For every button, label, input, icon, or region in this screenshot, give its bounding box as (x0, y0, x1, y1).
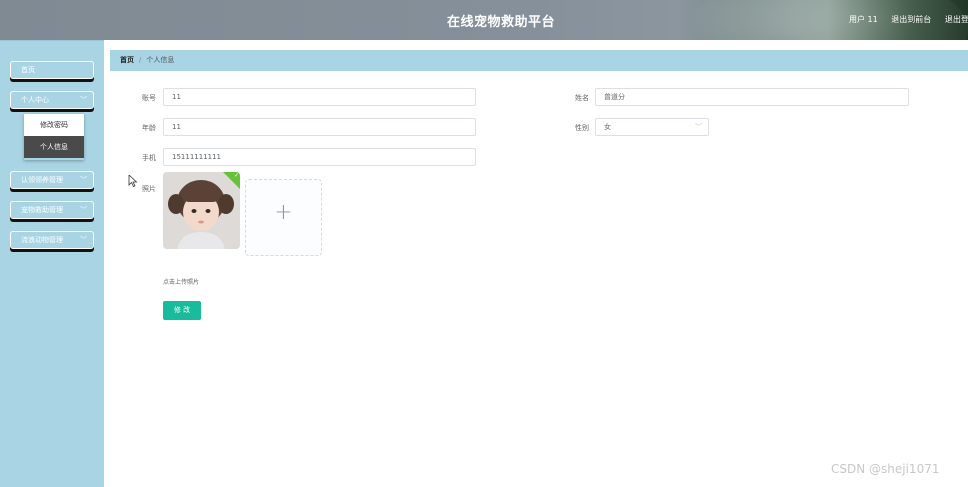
sidebar-item-label: 流浪动物管理 (21, 236, 63, 244)
chevron-down-icon: ﹀ (80, 236, 87, 244)
sidebar-item-label: 个人中心 (21, 96, 49, 104)
plus-icon: + (274, 200, 293, 225)
account-field[interactable]: 11 (163, 88, 476, 106)
upload-button[interactable]: + (245, 179, 322, 256)
breadcrumb-current: 个人信息 (146, 56, 175, 64)
header-right-links: 用户 11 退出到前台 退出登 (849, 14, 968, 25)
submit-button[interactable]: 修 改 (163, 301, 201, 320)
upload-hint: 点击上传照片 (163, 279, 200, 286)
sidebar-item-adoption[interactable]: 认领领养管理 ﹀ (10, 171, 94, 189)
personal-center-submenu: 修改密码 个人信息 (24, 114, 84, 160)
phone-field[interactable]: 15111111111 (163, 148, 476, 166)
sidebar-item-personal-center[interactable]: 个人中心 ﹀ (10, 91, 94, 109)
portrait-image (163, 172, 240, 249)
gender-select[interactable]: 女 ﹀ (595, 118, 709, 136)
chevron-down-icon: ﹀ (80, 206, 87, 214)
chevron-down-icon: ﹀ (695, 123, 702, 131)
watermark: CSDN @sheji1071 (831, 462, 940, 476)
sidebar-item-label: 宠物救助管理 (21, 206, 63, 214)
uploaded-photo[interactable]: ✓ (163, 172, 240, 249)
name-field[interactable]: 曾道分 (595, 88, 909, 106)
app-root: 在线宠物救助平台 用户 11 退出到前台 退出登 首页 个人中心 ﹀ 修改密码 … (0, 0, 968, 487)
logout-link[interactable]: 退出登 (945, 15, 968, 24)
sidebar-item-rescue[interactable]: 宠物救助管理 ﹀ (10, 201, 94, 219)
sidebar-item-home[interactable]: 首页 (10, 61, 94, 79)
current-user: 用户 11 (849, 15, 878, 24)
submenu-item-personal-info[interactable]: 个人信息 (24, 136, 84, 158)
site-title: 在线宠物救助平台 (446, 15, 555, 30)
submenu-item-change-password[interactable]: 修改密码 (24, 114, 84, 136)
breadcrumb-home[interactable]: 首页 (120, 56, 134, 64)
check-icon: ✓ (233, 172, 239, 179)
breadcrumb: 首页 / 个人信息 (110, 50, 968, 71)
top-header: 在线宠物救助平台 用户 11 退出到前台 退出登 (0, 0, 968, 40)
gender-label: 性别 (575, 124, 589, 132)
phone-label: 手机 (142, 154, 156, 162)
chevron-down-icon: ﹀ (80, 96, 87, 104)
sidebar-item-stray-animals[interactable]: 流浪动物管理 ﹀ (10, 231, 94, 249)
sidebar-item-label: 首页 (21, 66, 35, 74)
breadcrumb-separator: / (139, 56, 142, 64)
chevron-down-icon: ﹀ (80, 176, 87, 184)
mouse-cursor-icon (128, 175, 138, 187)
age-field[interactable]: 11 (163, 118, 476, 136)
name-label: 姓名 (575, 94, 589, 102)
sidebar-item-label: 认领领养管理 (21, 176, 63, 184)
back-to-front-link[interactable]: 退出到前台 (891, 15, 931, 24)
age-label: 年龄 (142, 124, 156, 132)
account-label: 账号 (142, 94, 156, 102)
